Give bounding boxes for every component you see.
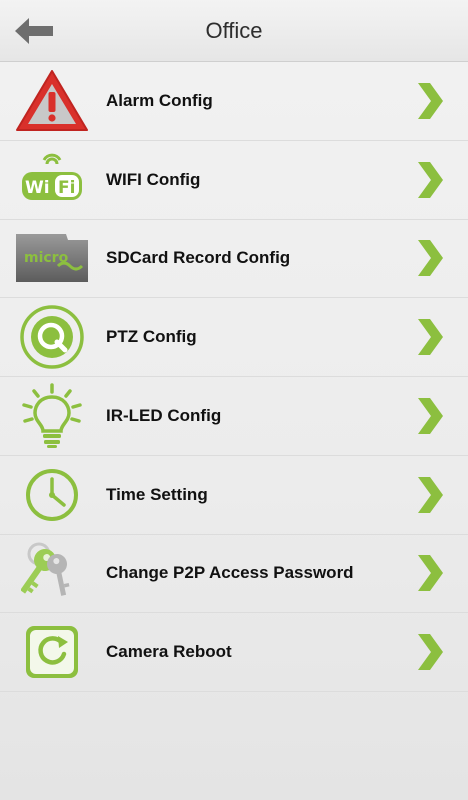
chevron-right-icon: [414, 474, 446, 516]
sd-card-icon: micro: [12, 223, 92, 293]
chevron-right-icon: [414, 80, 446, 122]
menu-item-time-setting[interactable]: Time Setting: [0, 456, 468, 535]
chevron-right-icon: [414, 395, 446, 437]
chevron-right-icon: [414, 159, 446, 201]
menu-item-label: IR-LED Config: [106, 405, 222, 425]
wifi-icon: Wi Fi: [12, 145, 92, 215]
header-bar: Office: [0, 0, 468, 62]
config-menu-list: Alarm Config Wi Fi WIFI Config micro SDC…: [0, 62, 468, 692]
clock-icon: [12, 460, 92, 530]
svg-text:Fi: Fi: [58, 178, 75, 198]
menu-item-label: Alarm Config: [106, 90, 213, 110]
lightbulb-icon: [12, 381, 92, 451]
menu-item-alarm-config[interactable]: Alarm Config: [0, 62, 468, 141]
menu-item-label: Time Setting: [106, 484, 208, 504]
svg-text:Wi: Wi: [25, 178, 50, 198]
menu-item-change-p2p-password[interactable]: Change P2P Access Password: [0, 535, 468, 614]
menu-item-wifi-config[interactable]: Wi Fi WIFI Config: [0, 141, 468, 220]
keys-icon: [12, 538, 92, 608]
alarm-warning-icon: [12, 66, 92, 136]
menu-item-label: PTZ Config: [106, 327, 197, 347]
menu-item-ir-led-config[interactable]: IR-LED Config: [0, 377, 468, 456]
chevron-right-icon: [414, 552, 446, 594]
chevron-right-icon: [414, 631, 446, 673]
menu-item-camera-reboot[interactable]: Camera Reboot: [0, 613, 468, 692]
ptz-icon: [12, 302, 92, 372]
menu-item-sdcard-record-config[interactable]: micro SDCard Record Config: [0, 220, 468, 299]
menu-item-label: Camera Reboot: [106, 642, 232, 662]
menu-item-label: SDCard Record Config: [106, 248, 291, 268]
menu-item-label: Change P2P Access Password: [106, 563, 354, 583]
menu-item-label: WIFI Config: [106, 169, 201, 189]
chevron-right-icon: [414, 316, 446, 358]
page-title: Office: [205, 18, 263, 43]
chevron-right-icon: [414, 237, 446, 279]
menu-item-ptz-config[interactable]: PTZ Config: [0, 298, 468, 377]
reboot-icon: [12, 617, 92, 687]
